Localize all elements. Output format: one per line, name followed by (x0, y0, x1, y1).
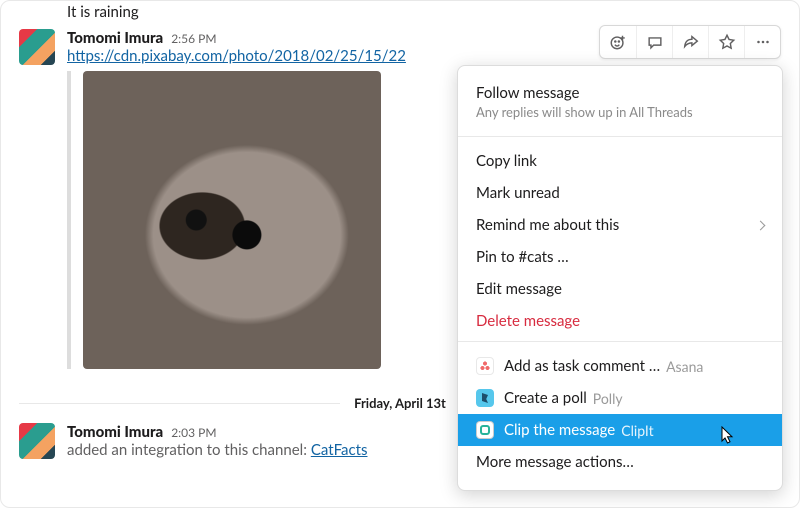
message-timestamp[interactable]: 2:03 PM (171, 425, 216, 440)
polly-icon (476, 389, 494, 407)
prev-message-text: It is raining (1, 3, 799, 21)
clipit-icon (476, 421, 494, 439)
menu-divider (458, 136, 782, 137)
menu-divider (458, 341, 782, 342)
message-author[interactable]: Tomomi Imura (67, 423, 163, 441)
menu-item-app-asana[interactable]: Add as task comment … Asana (458, 350, 782, 382)
share-icon (682, 33, 700, 51)
thread-icon (646, 33, 664, 51)
share-button[interactable] (672, 26, 708, 58)
more-actions-button[interactable] (744, 26, 780, 58)
menu-follow-subtitle: Any replies will show up in All Threads (476, 104, 764, 120)
menu-follow-title: Follow message (476, 84, 764, 102)
attached-image[interactable] (83, 71, 381, 369)
ellipsis-icon (754, 33, 772, 51)
date-divider-label: Friday, April 13t (340, 395, 460, 411)
avatar[interactable] (19, 423, 55, 459)
image-attachment[interactable] (67, 71, 406, 369)
start-thread-button[interactable] (636, 26, 672, 58)
chevron-right-icon (756, 220, 766, 230)
system-message-text: added an integration to this channel: Ca… (67, 441, 367, 459)
menu-item-delete[interactable]: Delete message (458, 305, 782, 337)
menu-item-follow[interactable]: Follow message Any replies will show up … (458, 78, 782, 132)
menu-item-app-clipit[interactable]: Clip the message ClipIt (458, 414, 782, 446)
message-timestamp[interactable]: 2:56 PM (171, 31, 216, 46)
message-link[interactable]: https://cdn.pixabay.com/photo/2018/02/25… (67, 47, 406, 65)
menu-item-more-actions[interactable]: More message actions… (458, 446, 782, 478)
menu-item-remind[interactable]: Remind me about this (458, 209, 782, 241)
emoji-plus-icon (609, 33, 627, 51)
star-button[interactable] (708, 26, 744, 58)
star-icon (718, 33, 736, 51)
integration-link[interactable]: CatFacts (311, 441, 368, 459)
menu-item-mark-unread[interactable]: Mark unread (458, 177, 782, 209)
message-context-menu: Follow message Any replies will show up … (457, 65, 783, 491)
message-author[interactable]: Tomomi Imura (67, 29, 163, 47)
menu-item-edit[interactable]: Edit message (458, 273, 782, 305)
menu-item-pin[interactable]: Pin to #cats … (458, 241, 782, 273)
add-reaction-button[interactable] (600, 26, 636, 58)
message-action-bar (599, 25, 781, 59)
avatar[interactable] (19, 29, 55, 65)
asana-icon (476, 357, 494, 375)
menu-item-app-polly[interactable]: Create a poll Polly (458, 382, 782, 414)
menu-item-copy-link[interactable]: Copy link (458, 145, 782, 177)
